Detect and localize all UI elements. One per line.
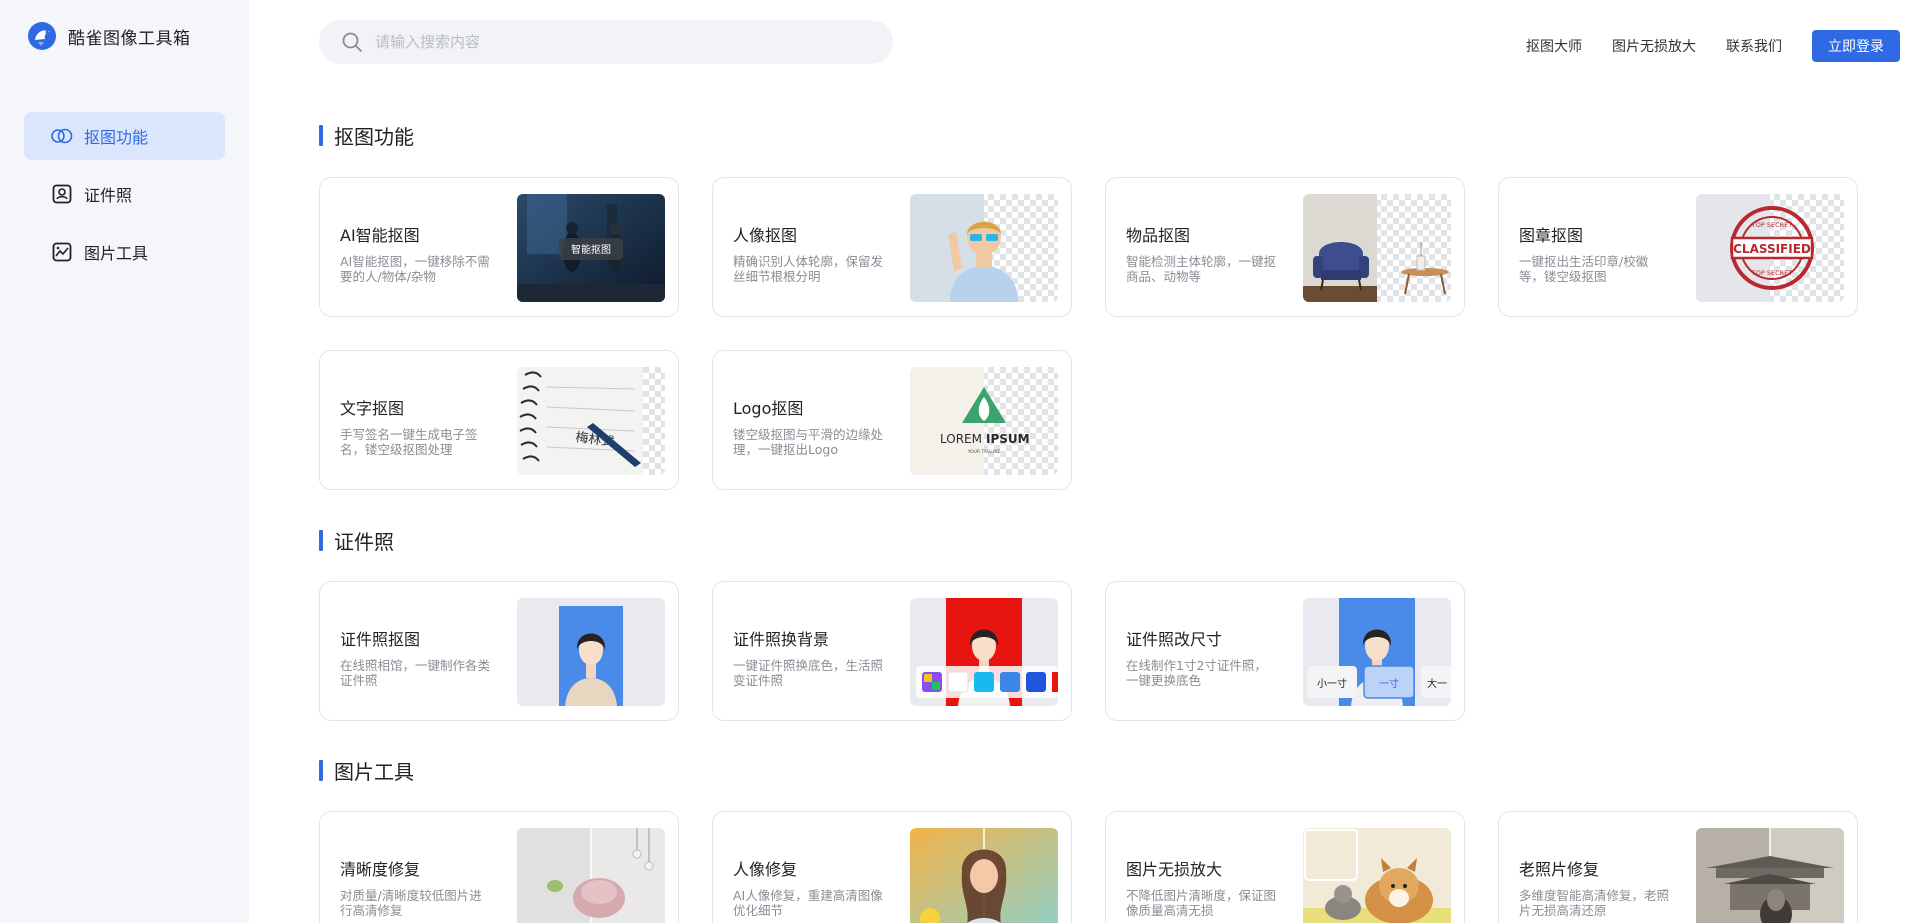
card-title: 人像修复	[733, 860, 798, 879]
sidebar-item-label: 抠图功能	[84, 128, 149, 147]
card-desc: 精确识别人体轮廓，保留发丝细节根根分明	[733, 254, 884, 284]
size-option-small: 小一寸	[1317, 677, 1347, 690]
card-desc: 智能检测主体轮廓，一键抠商品、动物等	[1126, 254, 1277, 284]
card-desc: 在线制作1寸2寸证件照，一键更换底色	[1126, 658, 1267, 688]
card-desc: 一键证件照换底色，生活照变证件照	[733, 658, 884, 688]
thumb-label: 智能抠图	[571, 243, 611, 256]
card-title: 物品抠图	[1126, 226, 1191, 245]
card-title: 清晰度修复	[340, 860, 421, 879]
link-contact-us[interactable]: 联系我们	[1726, 36, 1782, 56]
card-desc: 手写签名一键生成电子签名，镂空级抠图处理	[340, 427, 478, 457]
card-title: 老照片修复	[1519, 860, 1600, 879]
card-portrait-repair[interactable]: 人像修复 AI人像修复，重建高清图像优化细节	[712, 811, 1072, 923]
sidebar-item-image-tools[interactable]: 图片工具	[24, 228, 225, 276]
card-desc: 一键抠出生活印章/校徽等，镂空级抠图	[1519, 254, 1649, 284]
card-thumbnail	[1696, 828, 1844, 923]
card-desc: 对质量/清晰度较低图片进行高清修复	[340, 888, 482, 918]
card-title: 人像抠图	[733, 226, 798, 245]
card-id-photo-background[interactable]: 证件照换背景 一键证件照换底色，生活照变证件照	[712, 581, 1072, 721]
card-thumbnail	[1303, 828, 1451, 923]
card-desc: 镂空级抠图与平滑的边缘处理，一键抠出Logo	[733, 427, 884, 457]
section-title-cutout: 抠图功能	[319, 121, 414, 150]
brand[interactable]: 酷雀图像工具箱	[26, 20, 191, 52]
size-option-one-inch: 一寸	[1379, 677, 1399, 690]
section-accent-bar	[319, 530, 323, 551]
card-thumbnail: 梅林式	[517, 367, 665, 475]
id-photo-icon	[50, 182, 74, 206]
stamp-top-text: TOP SECRET	[1751, 221, 1792, 229]
section-title-text: 证件照	[334, 530, 394, 554]
layers-icon	[50, 124, 74, 148]
card-id-photo-cutout[interactable]: 证件照抠图 在线照相馆，一键制作各类证件照	[319, 581, 679, 721]
card-thumbnail: LOREM IPSUM YOUR TAGLINE	[910, 367, 1058, 475]
sidebar: 酷雀图像工具箱 抠图功能 证件照 图片工具	[0, 0, 249, 923]
card-logo-cutout[interactable]: Logo抠图 镂空级抠图与平滑的边缘处理，一键抠出Logo LOREM IPSU…	[712, 350, 1072, 490]
card-clarity-repair[interactable]: 清晰度修复 对质量/清晰度较低图片进行高清修复	[319, 811, 679, 923]
card-title: 图章抠图	[1519, 226, 1584, 245]
card-desc: 多维度智能高清修复，老照片无损高清还原	[1519, 888, 1670, 918]
card-thumbnail: CLASSIFIED TOP SECRET TOP SECRET	[1696, 194, 1844, 302]
section-title-id-photo: 证件照	[319, 526, 394, 555]
card-thumbnail: 小一寸 一寸 大一	[1303, 598, 1451, 706]
card-title: 证件照改尺寸	[1126, 630, 1223, 649]
card-thumbnail	[910, 828, 1058, 923]
card-id-photo-resize[interactable]: 证件照改尺寸 在线制作1寸2寸证件照，一键更换底色 小一寸 一寸 大一	[1105, 581, 1465, 721]
link-cutout-master[interactable]: 抠图大师	[1526, 36, 1582, 56]
logo-tagline: YOUR TAGLINE	[967, 449, 1001, 455]
logo-text-a: LOREM	[940, 432, 982, 446]
section-accent-bar	[319, 760, 323, 781]
card-stamp-cutout[interactable]: 图章抠图 一键抠出生活印章/校徽等，镂空级抠图 CLASSIFIED TOP S…	[1498, 177, 1858, 317]
search-icon	[342, 32, 362, 52]
logo-text-b: IPSUM	[986, 432, 1030, 446]
sidebar-item-id-photo[interactable]: 证件照	[24, 170, 225, 218]
section-accent-bar	[319, 125, 323, 146]
card-text-cutout[interactable]: 文字抠图 手写签名一键生成电子签名，镂空级抠图处理 梅林式	[319, 350, 679, 490]
section-title-text: 抠图功能	[334, 125, 414, 149]
login-button[interactable]: 立即登录	[1812, 30, 1900, 62]
app-name: 酷雀图像工具箱	[68, 28, 191, 49]
card-desc: 不降低图片清晰度，保证图像质量高清无损	[1126, 888, 1277, 918]
stamp-text: CLASSIFIED	[1733, 242, 1811, 256]
card-title: 文字抠图	[340, 399, 405, 418]
card-portrait-cutout[interactable]: 人像抠图 精确识别人体轮廓，保留发丝细节根根分明	[712, 177, 1072, 317]
top-nav: 抠图大师 图片无损放大 联系我们 立即登录	[1526, 30, 1900, 62]
size-option-large: 大一	[1427, 677, 1447, 690]
card-thumbnail	[517, 598, 665, 706]
section-title-text: 图片工具	[334, 760, 414, 784]
card-thumbnail	[517, 828, 665, 923]
card-title: AI智能抠图	[340, 226, 420, 245]
card-thumbnail	[910, 194, 1058, 302]
sidebar-item-cutout[interactable]: 抠图功能	[24, 112, 225, 160]
card-desc: AI智能抠图，一键移除不需要的人/物体/杂物	[340, 254, 490, 284]
sidebar-nav: 抠图功能 证件照 图片工具	[24, 112, 225, 286]
sidebar-item-label: 证件照	[84, 186, 133, 205]
sidebar-item-label: 图片工具	[84, 244, 149, 263]
card-ai-cutout[interactable]: AI智能抠图 AI智能抠图，一键移除不需要的人/物体/杂物 智能抠图	[319, 177, 679, 317]
section-title-image-tools: 图片工具	[319, 756, 414, 785]
search-bar	[319, 20, 893, 64]
search-input[interactable]	[375, 33, 855, 51]
stamp-bottom-text: TOP SECRET	[1751, 269, 1792, 277]
card-thumbnail: 智能抠图	[517, 194, 665, 302]
card-desc: 在线照相馆，一键制作各类证件照	[340, 658, 491, 688]
card-title: 证件照抠图	[340, 630, 421, 649]
card-title: 图片无损放大	[1126, 860, 1223, 879]
card-title: Logo抠图	[733, 399, 804, 418]
card-desc: AI人像修复，重建高清图像优化细节	[733, 888, 883, 918]
link-lossless-upscale[interactable]: 图片无损放大	[1612, 36, 1696, 56]
card-object-cutout[interactable]: 物品抠图 智能检测主体轮廓，一键抠商品、动物等	[1105, 177, 1465, 317]
image-tool-icon	[50, 240, 74, 264]
card-thumbnail	[1303, 194, 1451, 302]
card-thumbnail	[910, 598, 1058, 706]
card-old-photo-repair[interactable]: 老照片修复 多维度智能高清修复，老照片无损高清还原	[1498, 811, 1858, 923]
card-title: 证件照换背景	[733, 630, 830, 649]
card-lossless-upscale[interactable]: 图片无损放大 不降低图片清晰度，保证图像质量高清无损	[1105, 811, 1465, 923]
app-logo-icon	[28, 22, 56, 50]
